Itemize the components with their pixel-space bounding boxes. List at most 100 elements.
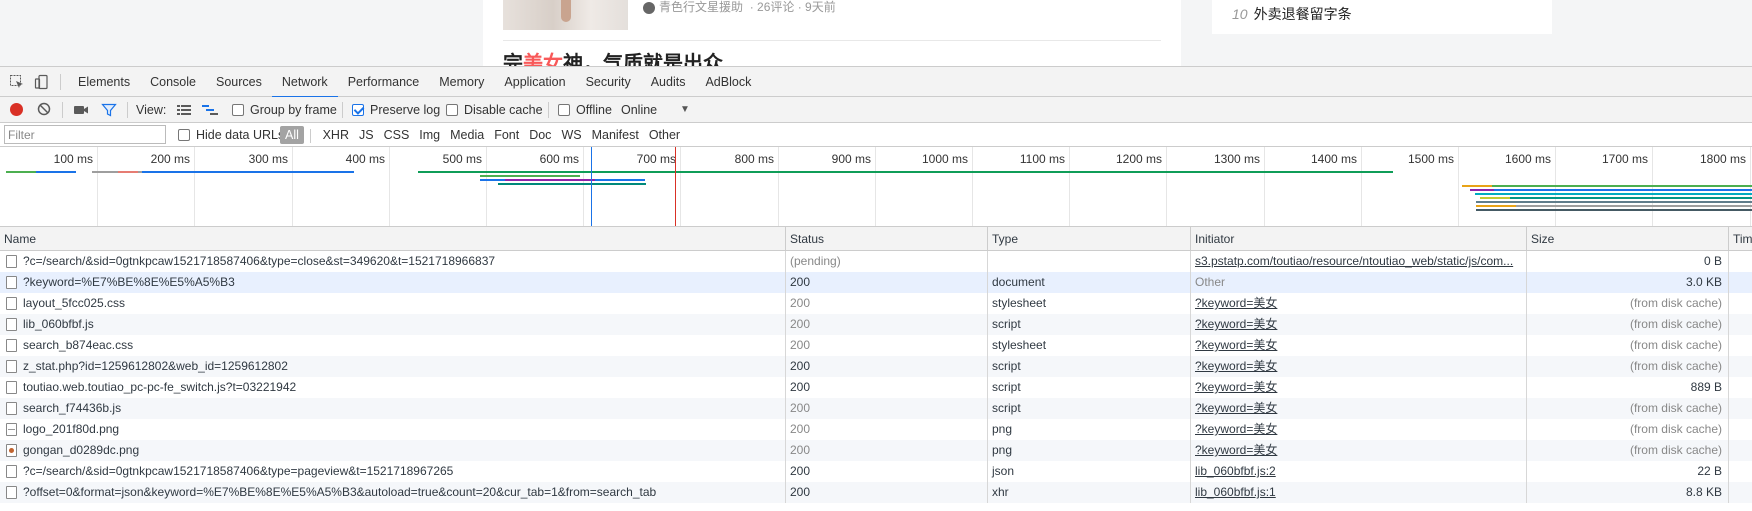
request-name[interactable]: logo_201f80d.png bbox=[0, 419, 785, 440]
type-filter-ws[interactable]: WS bbox=[556, 126, 586, 144]
throttling-select[interactable]: Online bbox=[621, 97, 657, 123]
type-filter-media[interactable]: Media bbox=[445, 126, 489, 144]
request-initiator[interactable]: ?keyword=美女 bbox=[1190, 335, 1526, 356]
type-filter-other[interactable]: Other bbox=[644, 126, 685, 144]
request-row[interactable]: lib_060bfbf.js 200 script ?keyword=美女 (from … bbox=[0, 314, 1752, 335]
column-header-type[interactable]: Type bbox=[987, 227, 1190, 251]
request-name[interactable]: ?c=/search/&sid=0gtnkpcaw1521718587406&t… bbox=[0, 251, 785, 272]
column-header-initiator[interactable]: Initiator bbox=[1190, 227, 1526, 251]
tab-memory[interactable]: Memory bbox=[429, 67, 494, 97]
type-filter-doc[interactable]: Doc bbox=[524, 126, 556, 144]
initiator-link[interactable]: ?keyword=美女 bbox=[1195, 422, 1277, 436]
initiator-link[interactable]: s3.pstatp.com/toutiao/resource/ntoutiao_… bbox=[1195, 254, 1513, 268]
request-row[interactable]: ?keyword=%E7%BE%8E%E5%A5%B3 200 document Ot… bbox=[0, 272, 1752, 293]
request-name[interactable]: gongan_d0289dc.png bbox=[0, 440, 785, 461]
request-row[interactable]: ?c=/search/&sid=0gtnkpcaw1521718587406&t… bbox=[0, 251, 1752, 272]
tab-elements[interactable]: Elements bbox=[68, 67, 140, 97]
filter-icon[interactable] bbox=[101, 102, 117, 118]
initiator-link[interactable]: ?keyword=美女 bbox=[1195, 380, 1277, 394]
initiator-link[interactable]: ?keyword=美女 bbox=[1195, 401, 1277, 415]
request-name[interactable]: layout_5fcc025.css bbox=[0, 293, 785, 314]
request-row[interactable]: z_stat.php?id=1259612802&web_id=12596128… bbox=[0, 356, 1752, 377]
group-by-frame-option[interactable]: Group by frame bbox=[232, 97, 337, 123]
article-card[interactable]: 青色行文星援助 · 26评论 · 9天前 完美女神，气质就是出众 bbox=[483, 0, 1181, 66]
type-filter-js[interactable]: JS bbox=[354, 126, 379, 144]
tab-performance[interactable]: Performance bbox=[338, 67, 430, 97]
group-by-frame-checkbox[interactable] bbox=[232, 104, 244, 116]
tab-security[interactable]: Security bbox=[576, 67, 641, 97]
type-filter-font[interactable]: Font bbox=[489, 126, 524, 144]
offline-option[interactable]: Offline bbox=[558, 97, 612, 123]
hot-list-item[interactable]: 10 外卖退餐留字条 bbox=[1232, 4, 1352, 24]
capture-screenshots-icon[interactable] bbox=[73, 103, 89, 117]
request-initiator[interactable]: s3.pstatp.com/toutiao/resource/ntoutiao_… bbox=[1190, 251, 1526, 272]
tab-console[interactable]: Console bbox=[140, 67, 206, 97]
throttling-dropdown-icon[interactable]: ▼ bbox=[680, 97, 690, 123]
request-row[interactable]: ?offset=0&format=json&keyword=%E7%BE%8E%… bbox=[0, 482, 1752, 503]
request-name[interactable]: ?offset=0&format=json&keyword=%E7%BE%8E%… bbox=[0, 482, 785, 503]
article-thumbnail[interactable] bbox=[503, 0, 628, 30]
request-name[interactable]: ?keyword=%E7%BE%8E%E5%A5%B3 bbox=[0, 272, 785, 293]
initiator-link[interactable]: lib_060bfbf.js:2 bbox=[1195, 464, 1276, 478]
initiator-link[interactable]: ?keyword=美女 bbox=[1195, 443, 1277, 457]
request-row[interactable]: toutiao.web.toutiao_pc-pc-fe_switch.js?t… bbox=[0, 377, 1752, 398]
preserve-log-option[interactable]: Preserve log bbox=[352, 97, 440, 123]
type-filter-all[interactable]: All bbox=[280, 126, 304, 144]
device-toolbar-icon[interactable] bbox=[34, 74, 50, 90]
request-row[interactable]: search_f74436b.js 200 script ?keyword=美女 (fr… bbox=[0, 398, 1752, 419]
initiator-link[interactable]: lib_060bfbf.js:1 bbox=[1195, 485, 1276, 499]
disable-cache-checkbox[interactable] bbox=[446, 104, 458, 116]
tab-adblock[interactable]: AdBlock bbox=[695, 67, 761, 97]
request-row[interactable]: gongan_d0289dc.png 200 png ?keyword=美女 (from… bbox=[0, 440, 1752, 461]
request-name[interactable]: lib_060bfbf.js bbox=[0, 314, 785, 335]
request-name[interactable]: toutiao.web.toutiao_pc-pc-fe_switch.js?t… bbox=[0, 377, 785, 398]
request-row[interactable]: search_b874eac.css 200 stylesheet ?keyword=… bbox=[0, 335, 1752, 356]
initiator-link[interactable]: ?keyword=美女 bbox=[1195, 296, 1277, 310]
type-filter-manifest[interactable]: Manifest bbox=[587, 126, 644, 144]
column-header-time[interactable]: Time bbox=[1728, 227, 1752, 251]
request-initiator[interactable]: ?keyword=美女 bbox=[1190, 293, 1526, 314]
initiator-link[interactable]: ?keyword=美女 bbox=[1195, 317, 1277, 331]
request-row[interactable]: layout_5fcc025.css 200 stylesheet ?keyword=… bbox=[0, 293, 1752, 314]
request-name[interactable]: z_stat.php?id=1259612802&web_id=12596128… bbox=[0, 356, 785, 377]
disable-cache-option[interactable]: Disable cache bbox=[446, 97, 543, 123]
tab-application[interactable]: Application bbox=[494, 67, 575, 97]
initiator-link[interactable]: ?keyword=美女 bbox=[1195, 338, 1277, 352]
request-name[interactable]: search_f74436b.js bbox=[0, 398, 785, 419]
request-initiator[interactable]: ?keyword=美女 bbox=[1190, 314, 1526, 335]
tab-network[interactable]: Network bbox=[271, 67, 338, 98]
hide-data-urls-option[interactable]: Hide data URLs bbox=[178, 123, 284, 147]
request-initiator[interactable]: ?keyword=美女 bbox=[1190, 377, 1526, 398]
hide-data-urls-checkbox[interactable] bbox=[178, 129, 190, 141]
clear-icon[interactable] bbox=[37, 102, 51, 116]
filter-input[interactable] bbox=[4, 125, 166, 144]
article-title[interactable]: 完美女神，气质就是出众 bbox=[503, 52, 723, 66]
record-icon[interactable] bbox=[10, 103, 23, 116]
large-rows-icon[interactable] bbox=[177, 104, 191, 116]
initiator-link[interactable]: ?keyword=美女 bbox=[1195, 359, 1277, 373]
column-header-name[interactable]: Name bbox=[0, 227, 785, 251]
type-filter-xhr[interactable]: XHR bbox=[318, 126, 354, 144]
request-initiator[interactable]: ?keyword=美女 bbox=[1190, 356, 1526, 377]
request-initiator[interactable]: ?keyword=美女 bbox=[1190, 440, 1526, 461]
type-filter-img[interactable]: Img bbox=[414, 126, 445, 144]
tab-sources[interactable]: Sources bbox=[206, 67, 272, 97]
timeline-overview[interactable]: 100 ms 200 ms 300 ms 400 ms 500 ms 600 ms 700 … bbox=[0, 147, 1752, 227]
request-name[interactable]: ?c=/search/&sid=0gtnkpcaw1521718587406&t… bbox=[0, 461, 785, 482]
waterfall-overview-icon[interactable] bbox=[202, 104, 218, 116]
request-row[interactable]: logo_201f80d.png 200 png ?keyword=美女 (from d… bbox=[0, 419, 1752, 440]
request-initiator[interactable]: ?keyword=美女 bbox=[1190, 419, 1526, 440]
request-initiator[interactable]: ?keyword=美女 bbox=[1190, 398, 1526, 419]
inspect-element-icon[interactable] bbox=[9, 74, 25, 90]
article-author[interactable]: 青色行文星援助 bbox=[659, 0, 743, 14]
request-row[interactable]: ?c=/search/&sid=0gtnkpcaw1521718587406&t… bbox=[0, 461, 1752, 482]
column-header-size[interactable]: Size bbox=[1526, 227, 1728, 251]
preserve-log-checkbox[interactable] bbox=[352, 104, 364, 116]
request-initiator[interactable]: lib_060bfbf.js:2 bbox=[1190, 461, 1526, 482]
column-header-status[interactable]: Status bbox=[785, 227, 987, 251]
offline-checkbox[interactable] bbox=[558, 104, 570, 116]
request-name[interactable]: search_b874eac.css bbox=[0, 335, 785, 356]
type-filter-css[interactable]: CSS bbox=[379, 126, 415, 144]
tab-audits[interactable]: Audits bbox=[641, 67, 696, 97]
request-initiator[interactable]: lib_060bfbf.js:1 bbox=[1190, 482, 1526, 503]
